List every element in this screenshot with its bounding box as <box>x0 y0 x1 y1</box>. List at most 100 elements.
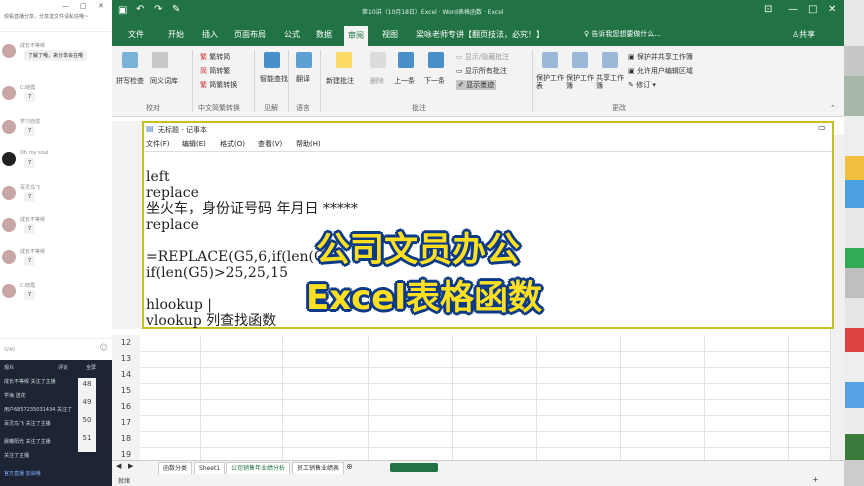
tell-me-box[interactable]: ♀ 告诉我您想要做什么... <box>584 29 661 39</box>
group-label: 校对 <box>146 104 160 112</box>
tab-view[interactable]: 视图 <box>382 29 398 40</box>
menu-help[interactable]: 帮助(H) <box>296 139 321 149</box>
zoom-in-button[interactable]: + <box>812 475 819 484</box>
redo-icon[interactable]: ↷ <box>154 4 162 15</box>
new-comment-button[interactable]: 新建批注 <box>326 76 354 86</box>
audience-row: 晨曦阳光 关注了主播 <box>4 439 51 445</box>
label: 保护并共享工作簿 <box>636 53 693 61</box>
row-header[interactable]: 13 <box>112 351 140 368</box>
protect-sheet-icon[interactable] <box>542 52 558 68</box>
protect-sheet-button[interactable]: 保护工作表 <box>536 74 566 90</box>
spellcheck-icon[interactable] <box>122 52 138 68</box>
tab-review[interactable]: 审阅 <box>344 26 368 46</box>
audience-row: 官方直播 加油哦 <box>4 471 41 477</box>
share-button[interactable]: ♙共享 <box>792 29 815 40</box>
protect-share-button[interactable]: ▣ 保护并共享工作簿 <box>628 52 693 62</box>
maximize-icon[interactable]: □ <box>80 2 87 10</box>
chat-user-name: 百灵鸟飞 <box>20 185 41 191</box>
close-icon[interactable]: ✕ <box>828 4 836 15</box>
track-changes-icon: ✎ <box>628 81 637 89</box>
row-header[interactable]: 17 <box>112 415 140 432</box>
gridline <box>536 335 537 460</box>
tab-fullscreen[interactable]: 全屏 <box>86 364 96 371</box>
chat-input-counter: 0/40 <box>4 347 16 353</box>
tab-data[interactable]: 数据 <box>316 29 332 40</box>
close-icon[interactable]: ✕ <box>98 2 104 10</box>
tab-comments[interactable]: 评论 <box>58 364 68 371</box>
chat-message: 成长不等候 7 <box>2 216 108 242</box>
previous-comment-button[interactable]: 上一条 <box>394 76 415 86</box>
menu-format[interactable]: 格式(O) <box>220 139 245 149</box>
delete-comment-button[interactable]: 删除 <box>370 76 384 86</box>
chat-user-name: 成长不等候 <box>20 217 46 223</box>
show-all-comments-button[interactable]: ▭ 显示所有批注 <box>456 66 507 76</box>
tab-teacher-special[interactable]: 梁咏老师专讲【翻页技法，必究！】 <box>416 29 544 40</box>
save-icon[interactable]: ▣ <box>118 5 127 16</box>
minimize-icon[interactable]: — <box>62 2 69 10</box>
new-comment-icon[interactable] <box>336 52 352 68</box>
row-header[interactable]: 14 <box>112 367 140 384</box>
row-header[interactable]: 15 <box>112 383 140 400</box>
row-number: 48 <box>82 380 92 388</box>
scroll-left-icon[interactable]: ◀ <box>116 462 121 470</box>
next-comment-icon[interactable] <box>428 52 444 68</box>
chat-message: 百灵鸟飞 7 <box>2 184 108 210</box>
gridline <box>452 335 453 460</box>
row-header[interactable]: 19 <box>112 447 140 461</box>
previous-comment-icon[interactable] <box>398 52 414 68</box>
swatch <box>844 116 864 156</box>
chat-user-name: 学习自成 <box>20 119 41 125</box>
thesaurus-icon[interactable] <box>152 52 168 68</box>
format-painter-icon[interactable]: ✎ <box>172 4 180 15</box>
chevron-down-icon: ▾ <box>650 81 656 89</box>
gridline <box>140 415 830 416</box>
thesaurus-button[interactable]: 同义词库 <box>150 76 178 86</box>
notepad-icon: ▤ <box>146 124 154 133</box>
collapse-ribbon-icon[interactable]: ⌃ <box>830 104 836 112</box>
minimize-icon[interactable]: — <box>788 4 798 15</box>
to-simplified-button[interactable]: 简 简转繁 <box>200 66 230 76</box>
show-ink-button[interactable]: ✐ 显示墨迹 <box>456 80 497 90</box>
text-line: 8if(len(G5)>25,25,15 <box>128 265 289 281</box>
translate-button[interactable]: 翻译 <box>296 74 310 84</box>
share-workbook-icon[interactable] <box>602 52 618 68</box>
tab-formulas[interactable]: 公式 <box>284 29 300 40</box>
to-traditional-button[interactable]: 繁 繁转简 <box>200 52 230 62</box>
ribbon-display-icon[interactable]: ⊡ <box>764 4 772 15</box>
tab-file[interactable]: 文件 <box>128 29 144 40</box>
menu-edit[interactable]: 编辑(E) <box>182 139 206 149</box>
emoji-icon[interactable]: ☺ <box>100 343 108 352</box>
audience-row: 成长不等候 关注了主播 <box>4 379 56 385</box>
smart-lookup-button[interactable]: 智能查找 <box>260 74 288 84</box>
row-header[interactable]: 12 <box>112 335 140 352</box>
protect-workbook-icon[interactable] <box>572 52 588 68</box>
notepad-title: 无标题 - 记事本 <box>158 126 207 134</box>
translate-icon[interactable] <box>296 52 312 68</box>
menu-view[interactable]: 查看(V) <box>258 139 282 149</box>
menu-file[interactable]: 文件(F) <box>146 139 170 149</box>
row-header[interactable]: 16 <box>112 399 140 416</box>
add-sheet-icon[interactable]: ⊕ <box>346 462 353 471</box>
protect-workbook-button[interactable]: 保护工作簿 <box>566 74 596 90</box>
share-workbook-button[interactable]: 共享工作簿 <box>596 74 626 90</box>
chat-input[interactable]: 0/40 ☺ <box>0 338 112 360</box>
conversion-button[interactable]: 繁 简繁转换 <box>200 80 237 90</box>
allow-edit-ranges-button[interactable]: ▣ 允许用户编辑区域 <box>628 66 693 76</box>
tab-home[interactable]: 开始 <box>168 29 184 40</box>
recording-indicator <box>390 463 438 472</box>
excel-row-header-gutter <box>112 121 142 329</box>
row-header[interactable]: 18 <box>112 431 140 448</box>
tab-page-layout[interactable]: 页面布局 <box>234 29 266 40</box>
spell-check-button[interactable]: 拼写检查 <box>116 76 144 86</box>
show-hide-comment-button[interactable]: ▭ 显示/隐藏批注 <box>456 52 509 62</box>
next-comment-button[interactable]: 下一条 <box>424 76 445 86</box>
minimize-icon[interactable]: ▭ <box>818 123 826 132</box>
smart-lookup-icon[interactable] <box>264 52 280 68</box>
comment-icon: ▭ <box>456 53 465 61</box>
scroll-right-icon[interactable]: ▶ <box>128 462 133 470</box>
maximize-icon[interactable]: □ <box>808 4 817 15</box>
tab-insert[interactable]: 插入 <box>202 29 218 40</box>
undo-icon[interactable]: ↶ <box>136 4 144 15</box>
label: 修订 <box>636 81 651 89</box>
track-changes-button[interactable]: ✎ 修订 ▾ <box>628 80 656 90</box>
